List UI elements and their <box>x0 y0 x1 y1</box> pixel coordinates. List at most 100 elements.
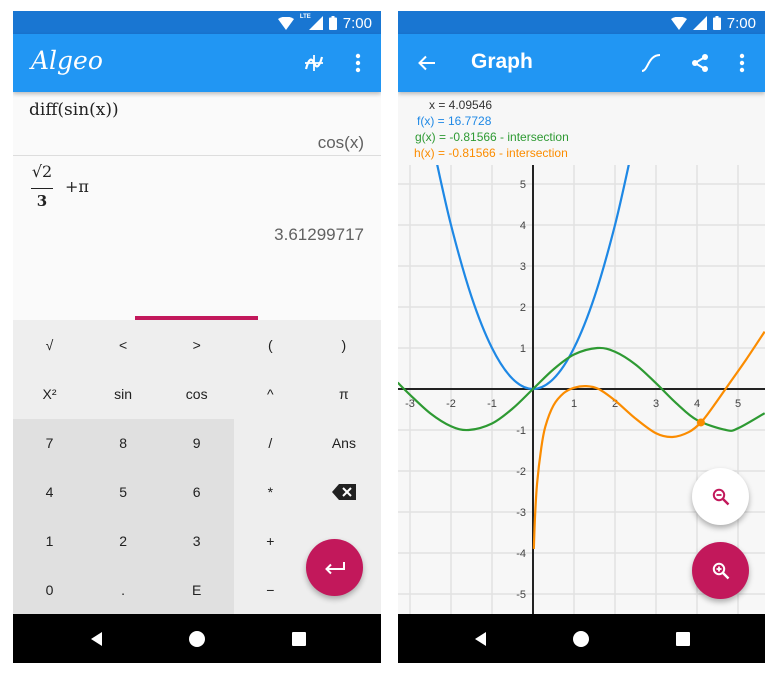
keypad-page-indicator[interactable] <box>135 316 258 320</box>
expression-rest: +π <box>65 177 89 196</box>
key[interactable]: π <box>307 369 380 418</box>
y-tick-label: 1 <box>520 343 526 355</box>
more-vert-icon <box>355 53 361 73</box>
readout-f: f(x) = 16.7728 <box>417 114 492 128</box>
app-bar: Algeo <box>13 34 381 92</box>
fraction-bar <box>31 188 53 189</box>
nav-back-icon[interactable] <box>471 629 491 649</box>
navigation-bar <box>398 614 765 663</box>
key[interactable]: X² <box>13 369 86 418</box>
key[interactable]: cos <box>160 369 233 418</box>
x-tick-label: 5 <box>735 398 741 410</box>
calculator-screen: LTE 7:00 Algeo diff(sin(x)) cos(x) √2 3 … <box>13 11 381 663</box>
y-tick-label: -4 <box>516 548 526 560</box>
y-tick-label: 4 <box>520 220 526 232</box>
y-tick-label: -1 <box>516 425 526 437</box>
cell-signal-icon <box>308 16 323 30</box>
fraction-numerator: √2 <box>31 162 53 181</box>
wifi-icon <box>277 16 294 30</box>
key[interactable]: 3 <box>160 516 233 565</box>
key[interactable]: √ <box>13 320 86 369</box>
readout-x: x = 4.09546 <box>429 98 493 112</box>
key[interactable]: ) <box>307 320 380 369</box>
key[interactable]: E <box>160 565 233 614</box>
y-tick-label: 3 <box>520 261 526 273</box>
current-result[interactable]: 3.61299717 <box>274 225 364 245</box>
app-bar: Graph <box>398 34 765 92</box>
key[interactable]: 0 <box>13 565 86 614</box>
x-tick-label: -1 <box>487 398 497 410</box>
history-area[interactable]: diff(sin(x)) cos(x) √2 3 +π 3.61299717 <box>13 92 381 320</box>
trace-readout: x = 4.09546 f(x) = 16.7728 g(x) = -0.815… <box>398 92 765 165</box>
back-button[interactable] <box>414 50 440 76</box>
key[interactable]: 1 <box>13 516 86 565</box>
nav-home-icon[interactable] <box>187 629 207 649</box>
wifi-icon <box>670 16 687 30</box>
key[interactable]: 5 <box>87 467 160 516</box>
intersection-point <box>696 418 705 427</box>
key[interactable]: + <box>234 516 307 565</box>
graph-button[interactable] <box>301 50 327 76</box>
cell-signal-icon <box>692 16 707 30</box>
nav-recents-icon[interactable] <box>289 629 309 649</box>
enter-icon <box>324 561 345 574</box>
x-tick-label: 1 <box>571 398 577 410</box>
readout-h: h(x) = -0.81566 - intersection <box>414 146 568 160</box>
keypad: √ < >() X² sin cos ^ π 7 8 9/Ans 4 5 6 * 1 2 3 +0. E − <box>13 320 381 614</box>
overflow-menu-button[interactable] <box>729 50 755 76</box>
key[interactable]: > <box>160 320 233 369</box>
nav-recents-icon[interactable] <box>673 629 693 649</box>
nav-back-icon[interactable] <box>87 629 107 649</box>
key[interactable]: 2 <box>87 516 160 565</box>
x-tick-label: -2 <box>446 398 456 410</box>
more-vert-icon <box>739 53 745 73</box>
key[interactable]: − <box>234 565 307 614</box>
key[interactable]: 7 <box>13 418 86 467</box>
key[interactable]: * <box>234 467 307 516</box>
key[interactable]: 4 <box>13 467 86 516</box>
sine-wave-icon <box>304 55 324 71</box>
zoom-in-icon <box>712 562 729 579</box>
key[interactable]: 6 <box>160 467 233 516</box>
backspace-icon <box>331 483 356 500</box>
x-tick-label: 3 <box>653 398 659 410</box>
overflow-menu-button[interactable] <box>345 50 371 76</box>
key[interactable]: < <box>87 320 160 369</box>
share-button[interactable] <box>687 50 713 76</box>
key[interactable]: ( <box>234 320 307 369</box>
key-backspace[interactable] <box>307 467 380 516</box>
battery-icon <box>712 16 721 30</box>
share-icon <box>692 54 708 72</box>
history-result[interactable]: cos(x) <box>318 133 364 153</box>
enter-button[interactable] <box>306 539 363 596</box>
zoom-out-icon <box>712 488 729 505</box>
curve-icon <box>641 54 661 72</box>
key[interactable]: 8 <box>87 418 160 467</box>
status-bar: 7:00 <box>398 11 765 34</box>
status-bar: LTE 7:00 <box>13 11 381 34</box>
history-divider <box>13 155 381 156</box>
y-tick-label: -3 <box>516 507 526 519</box>
battery-icon <box>328 16 337 30</box>
arrow-back-icon <box>418 55 435 71</box>
key[interactable]: sin <box>87 369 160 418</box>
key[interactable]: 9 <box>160 418 233 467</box>
key[interactable]: ^ <box>234 369 307 418</box>
function-style-button[interactable] <box>638 50 664 76</box>
key[interactable]: Ans <box>307 418 380 467</box>
zoom-out-button[interactable] <box>692 468 749 525</box>
x-tick-label: -3 <box>405 398 415 410</box>
key[interactable]: / <box>234 418 307 467</box>
zoom-in-button[interactable] <box>692 542 749 599</box>
graph-screen: 7:00 Graph x = 4.09546 f(x) = 16.7728 g(… <box>398 11 765 663</box>
key[interactable]: . <box>87 565 160 614</box>
nav-home-icon[interactable] <box>571 629 591 649</box>
readout-g: g(x) = -0.81566 - intersection <box>415 130 569 144</box>
y-tick-label: -5 <box>516 589 526 601</box>
x-tick-label: 4 <box>694 398 700 410</box>
y-tick-label: 2 <box>520 302 526 314</box>
y-tick-label: 5 <box>520 179 526 191</box>
status-time: 7:00 <box>342 14 372 32</box>
y-tick-label: -2 <box>516 466 526 478</box>
history-expression[interactable]: diff(sin(x)) <box>29 100 119 120</box>
